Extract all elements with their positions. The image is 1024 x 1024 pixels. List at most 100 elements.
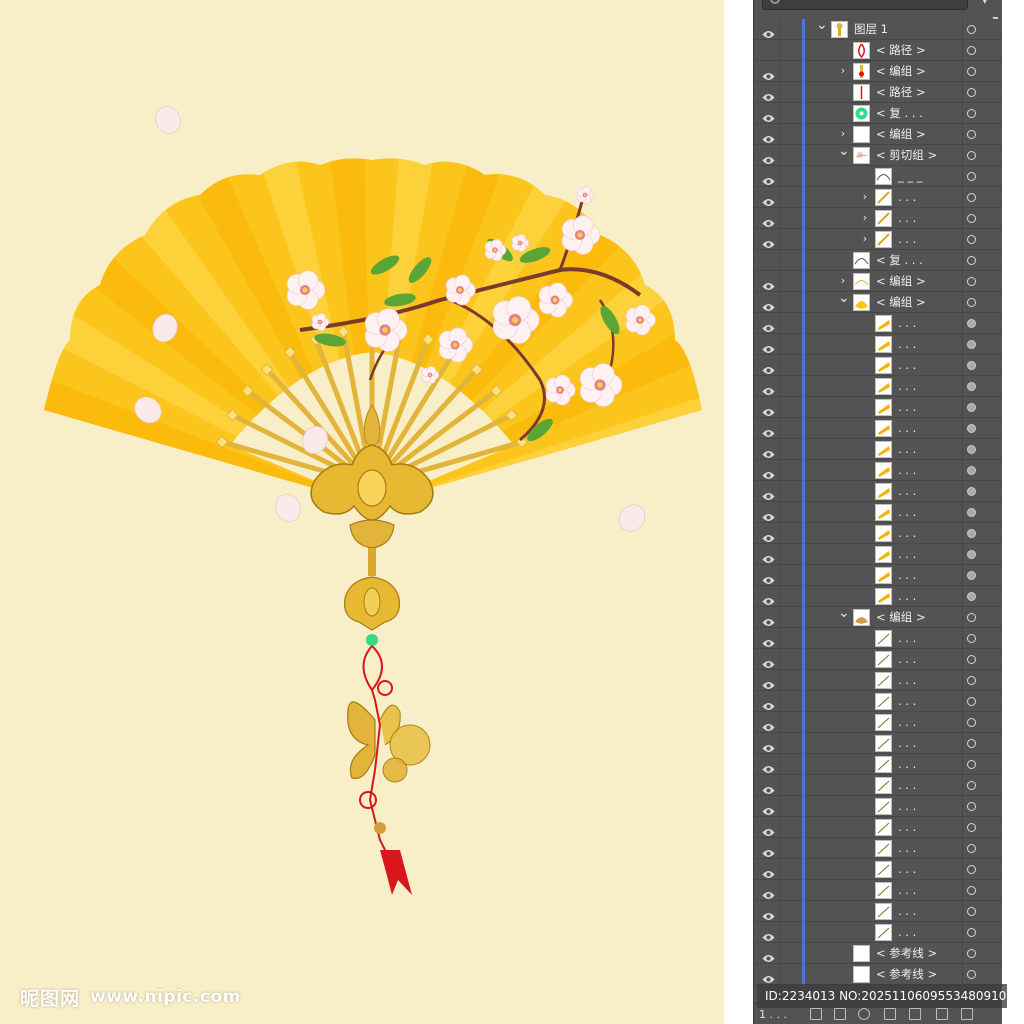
layer-name[interactable]: . . . — [898, 315, 916, 332]
layer-name[interactable]: < 编组 > — [876, 273, 926, 290]
visibility-eye-icon[interactable] — [762, 570, 775, 584]
target-circle-icon[interactable] — [967, 151, 976, 160]
visibility-eye-icon[interactable] — [762, 87, 775, 101]
layer-row[interactable]: . . . — [754, 817, 1002, 838]
layer-row[interactable]: . . . — [754, 775, 1002, 796]
visibility-eye-icon[interactable] — [762, 507, 775, 521]
layer-name[interactable]: < 编组 > — [876, 294, 926, 311]
layer-name[interactable]: . . . — [898, 798, 916, 815]
layer-row[interactable]: ⌄ < 编组 > — [754, 606, 1002, 628]
target-circle-icon[interactable] — [967, 634, 976, 643]
layer-row[interactable]: . . . — [754, 313, 1002, 334]
visibility-eye-icon[interactable] — [762, 192, 775, 206]
layer-name[interactable]: . . . — [898, 882, 916, 899]
layer-name[interactable]: . . . — [898, 231, 916, 248]
visibility-eye-icon[interactable] — [762, 360, 775, 374]
visibility-eye-icon[interactable] — [762, 528, 775, 542]
target-circle-icon[interactable] — [967, 256, 976, 265]
target-circle-icon[interactable] — [967, 361, 976, 370]
visibility-eye-icon[interactable] — [762, 549, 775, 563]
visibility-eye-icon[interactable] — [762, 108, 775, 122]
layer-row[interactable]: . . . — [754, 397, 1002, 418]
visibility-eye-icon[interactable] — [762, 738, 775, 752]
layer-row[interactable]: . . . — [754, 796, 1002, 817]
target-circle-icon[interactable] — [967, 613, 976, 622]
target-circle-icon[interactable] — [967, 844, 976, 853]
visibility-eye-icon[interactable] — [762, 822, 775, 836]
visibility-eye-icon[interactable] — [762, 339, 775, 353]
layer-row[interactable]: < 复 . . . — [754, 250, 1002, 271]
target-circle-icon[interactable] — [967, 739, 976, 748]
target-circle-icon[interactable] — [967, 781, 976, 790]
layer-name[interactable]: . . . — [898, 189, 916, 206]
layer-row[interactable]: . . . — [754, 586, 1002, 607]
target-circle-icon[interactable] — [967, 319, 976, 328]
make-clipping-mask-icon[interactable] — [884, 1008, 896, 1020]
layer-name[interactable]: . . . — [898, 861, 916, 878]
visibility-eye-icon[interactable] — [762, 654, 775, 668]
layer-name[interactable]: < 路径 > — [876, 84, 926, 101]
layer-search-input[interactable] — [762, 0, 968, 10]
layer-name[interactable]: 图层 1 — [854, 21, 888, 38]
layer-row[interactable]: › < 编组 > — [754, 61, 1002, 82]
visibility-eye-icon[interactable] — [762, 675, 775, 689]
target-circle-icon[interactable] — [967, 445, 976, 454]
target-circle-icon[interactable] — [967, 466, 976, 475]
layer-row[interactable]: . . . — [754, 712, 1002, 733]
target-circle-icon[interactable] — [967, 592, 976, 601]
layer-name[interactable]: . . . — [898, 735, 916, 752]
layer-row[interactable]: . . . — [754, 355, 1002, 376]
layer-row[interactable]: . . . — [754, 523, 1002, 544]
chevron-right-icon[interactable]: › — [860, 233, 870, 245]
target-circle-icon[interactable] — [967, 886, 976, 895]
layer-row[interactable]: . . . — [754, 733, 1002, 754]
layer-name[interactable]: < 路径 > — [876, 42, 926, 59]
layer-name[interactable]: . . . — [898, 546, 916, 563]
layer-row[interactable]: . . . — [754, 418, 1002, 439]
layer-row[interactable]: ⌄ < 编组 > — [754, 291, 1002, 313]
layer-name[interactable]: . . . — [898, 441, 916, 458]
layer-row[interactable]: . . . — [754, 859, 1002, 880]
visibility-eye-icon[interactable] — [762, 885, 775, 899]
target-circle-icon[interactable] — [967, 277, 976, 286]
visibility-eye-icon[interactable] — [762, 171, 775, 185]
visibility-eye-icon[interactable] — [762, 150, 775, 164]
visibility-eye-icon[interactable] — [762, 276, 775, 290]
layer-name[interactable]: < 参考线 > — [876, 966, 937, 983]
visibility-eye-icon[interactable] — [762, 948, 775, 962]
target-circle-icon[interactable] — [967, 67, 976, 76]
target-circle-icon[interactable] — [967, 718, 976, 727]
layer-name[interactable]: < 参考线 > — [876, 945, 937, 962]
layer-name[interactable]: . . . — [898, 651, 916, 668]
visibility-eye-icon[interactable] — [762, 969, 775, 983]
target-circle-icon[interactable] — [967, 172, 976, 181]
locate-object-icon[interactable] — [858, 1008, 870, 1020]
target-circle-icon[interactable] — [967, 697, 976, 706]
new-layer-icon[interactable] — [936, 1008, 948, 1020]
target-circle-icon[interactable] — [967, 403, 976, 412]
layer-row[interactable]: ⌄ < 剪切组 > — [754, 144, 1002, 166]
layer-row[interactable]: . . . — [754, 922, 1002, 943]
chevron-right-icon[interactable]: › — [860, 212, 870, 224]
layer-row[interactable]: . . . — [754, 334, 1002, 355]
target-circle-icon[interactable] — [967, 529, 976, 538]
chevron-down-icon[interactable]: ⌄ — [838, 291, 850, 305]
layer-name[interactable]: < 编组 > — [876, 126, 926, 143]
layer-row[interactable]: › < 编组 > — [754, 271, 1002, 292]
visibility-eye-icon[interactable] — [762, 45, 775, 54]
delete-layer-icon[interactable] — [961, 1008, 973, 1020]
new-sublayer-icon[interactable] — [909, 1008, 921, 1020]
visibility-eye-icon[interactable] — [762, 801, 775, 815]
layer-name[interactable]: . . . — [898, 819, 916, 836]
visibility-eye-icon[interactable] — [762, 486, 775, 500]
layer-name[interactable]: . . . — [898, 504, 916, 521]
panel-menu-icon[interactable]: ▾ — [982, 0, 988, 8]
layer-row[interactable]: . . . — [754, 754, 1002, 775]
target-circle-icon[interactable] — [967, 382, 976, 391]
target-circle-icon[interactable] — [967, 46, 976, 55]
layer-row[interactable]: . . . — [754, 691, 1002, 712]
layer-name[interactable]: . . . — [898, 903, 916, 920]
layer-row[interactable]: . . . — [754, 880, 1002, 901]
layer-name[interactable]: . . . — [898, 420, 916, 437]
layer-row[interactable]: . . . — [754, 376, 1002, 397]
